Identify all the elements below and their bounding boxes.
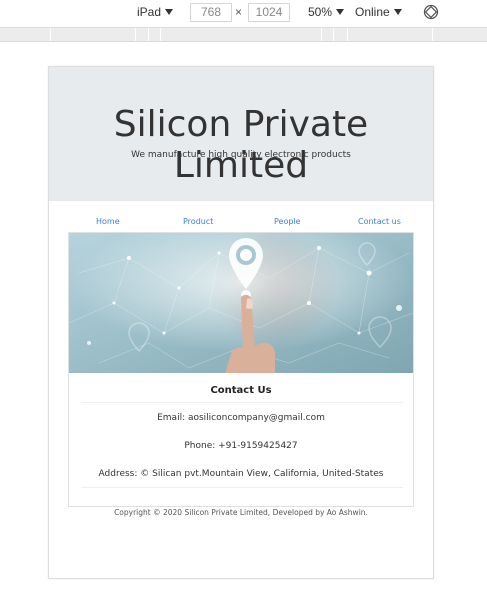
chevron-down-icon [393, 9, 402, 15]
nav-people-link[interactable]: People [274, 217, 301, 226]
device-select-label: iPad [137, 5, 162, 19]
nav-home-link[interactable]: Home [96, 217, 120, 226]
contact-phone: Phone: +91-9159425427 [184, 441, 298, 451]
chevron-down-icon [165, 9, 174, 15]
devtools-device-toolbar: iPad 768 × 1024 50% Online [0, 0, 487, 26]
contact-address: Address: © Silican pvt.Mountain View, Ca… [98, 469, 384, 479]
divider [81, 402, 403, 403]
hero-image [69, 233, 413, 373]
network-throttle-select[interactable]: Online [355, 5, 402, 19]
zoom-select[interactable]: 50% [308, 5, 345, 19]
contact-email: Email: aosiliconcompany@gmail.com [157, 413, 325, 423]
nav-product-link[interactable]: Product [183, 217, 213, 226]
site-tagline: We manufacture high quality electronic p… [131, 150, 351, 160]
contact-card: Contact Us Email: aosiliconcompany@gmail… [68, 232, 414, 507]
contact-heading: Contact Us [210, 385, 272, 396]
rotate-icon[interactable] [423, 4, 439, 20]
zoom-select-label: 50% [308, 5, 333, 19]
chevron-down-icon [336, 9, 345, 15]
network-select-label: Online [355, 5, 390, 19]
viewport-width-input[interactable]: 768 [190, 3, 232, 22]
footer-copyright: Copyright © 2020 Silicon Private Limited… [114, 508, 368, 517]
dimension-separator: × [235, 5, 243, 19]
main-nav: Home Product People Contact us [69, 217, 413, 231]
media-query-ruler[interactable] [0, 27, 487, 42]
jumbotron: Silicon Private Limited We manufacture h… [49, 67, 433, 201]
device-select[interactable]: iPad [137, 5, 174, 19]
nav-contact-link[interactable]: Contact us [358, 217, 401, 226]
viewport-height-input[interactable]: 1024 [248, 3, 290, 22]
divider [81, 487, 403, 488]
device-viewport: Silicon Private Limited We manufacture h… [48, 66, 434, 579]
site-title: Silicon Private Limited [113, 104, 369, 186]
